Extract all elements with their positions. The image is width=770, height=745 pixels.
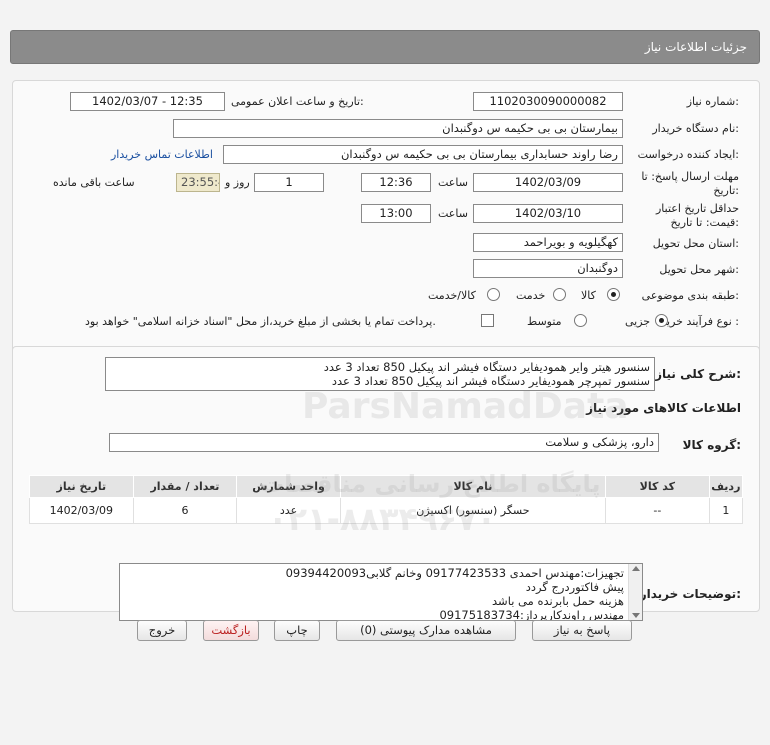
- category-label: طبقه بندی موضوعی:: [641, 289, 739, 302]
- announce-field[interactable]: 1402/03/07 - 12:35: [70, 92, 225, 111]
- need-number-label: شماره نیاز:: [686, 95, 739, 108]
- days-label: روز و: [225, 176, 250, 189]
- process-radio-minor[interactable]: [655, 314, 668, 327]
- buyer-note-line-3: هزینه حمل بابرنده می باشد: [492, 594, 624, 608]
- cell-unit: عدد: [236, 497, 341, 524]
- details-panel: شرح کلی نیاز: سنسور هیتر وایر همودیفایر …: [12, 346, 760, 621]
- need-number-field[interactable]: 1102030090000082: [473, 92, 623, 111]
- goods-section-title: اطلاعات کالاهای مورد نیاز: [586, 401, 741, 415]
- goods-group-label: گروه کالا:: [682, 438, 741, 452]
- col-row: ردیف: [708, 475, 744, 498]
- process-radio-medium[interactable]: [574, 314, 587, 327]
- attachments-button[interactable]: مشاهده مدارک پیوستی (0): [336, 620, 516, 641]
- validity-time-label: ساعت: [438, 207, 468, 220]
- buyer-notes-box[interactable]: تجهیزات:مهندس احمدی 09177423533 وخانم گل…: [119, 563, 643, 621]
- goods-group-field[interactable]: دارو، پزشکی و سلامت: [109, 433, 659, 452]
- deadline-time-label: ساعت: [438, 176, 468, 189]
- col-qty: تعداد / مقدار: [132, 475, 238, 498]
- city-field[interactable]: دوگنبدان: [473, 259, 623, 278]
- deadline-label-2: تاریخ:: [713, 184, 739, 197]
- exit-button[interactable]: خروج: [137, 620, 187, 641]
- cell-code: --: [605, 497, 710, 524]
- creator-label: ایجاد کننده درخواست:: [637, 148, 739, 161]
- buyer-contact-link[interactable]: اطلاعات تماس خریدار: [111, 148, 213, 161]
- buyer-note-line-1: تجهیزات:مهندس احمدی 09177423533 وخانم گل…: [285, 566, 624, 580]
- category-radio-goods-service[interactable]: [487, 288, 500, 301]
- table-row[interactable]: 1 -- حسگر (سنسور) اکسیژن عدد 6 1402/03/0…: [29, 497, 744, 524]
- category-option-service: خدمت: [516, 289, 546, 302]
- province-label: استان محل تحویل:: [652, 237, 739, 250]
- validity-label-2: قیمت: تا تاریخ:: [670, 216, 739, 229]
- category-radio-service[interactable]: [553, 288, 566, 301]
- summary-label: شرح کلی نیاز:: [655, 367, 741, 381]
- city-label: شهر محل تحویل:: [659, 263, 739, 276]
- creator-field[interactable]: رضا راوند حسابداری بیمارستان بی بی حکیمه…: [223, 145, 623, 164]
- notes-scrollbar[interactable]: [628, 564, 642, 620]
- page-title: جزئیات اطلاعات نیاز: [644, 40, 747, 54]
- category-radio-goods[interactable]: [607, 288, 620, 301]
- process-option-minor: جزیی: [625, 315, 651, 328]
- deadline-date-field[interactable]: 1402/03/09: [473, 173, 623, 192]
- process-option-medium: متوسط: [527, 315, 562, 328]
- category-option-goods: کالا: [581, 289, 596, 302]
- validity-time-field[interactable]: 13:00: [361, 204, 431, 223]
- category-option-goods-service: کالا/خدمت: [428, 289, 476, 302]
- buyer-org-field[interactable]: بیمارستان بی بی حکیمه س دوگنبدان: [173, 119, 623, 138]
- cell-row: 1: [708, 497, 744, 524]
- scroll-down-icon[interactable]: [632, 613, 640, 618]
- scroll-up-icon[interactable]: [632, 566, 640, 571]
- header-bar: جزئیات اطلاعات نیاز: [10, 30, 760, 64]
- cell-name: حسگر (سنسور) اکسیژن: [339, 497, 607, 524]
- deadline-label-1: مهلت ارسال پاسخ: تا: [641, 170, 739, 183]
- back-button[interactable]: بازگشت: [203, 620, 259, 641]
- days-field[interactable]: 1: [254, 173, 324, 192]
- treasury-checkbox[interactable]: [481, 314, 494, 327]
- print-button[interactable]: چاپ: [274, 620, 320, 641]
- province-field[interactable]: کهگیلویه و بویراحمد: [473, 233, 623, 252]
- info-panel: شماره نیاز: 1102030090000082 تاریخ و ساع…: [12, 80, 760, 370]
- page: جزئیات اطلاعات نیاز شماره نیاز: 11020300…: [10, 30, 760, 732]
- remaining-label: ساعت باقی مانده: [53, 176, 135, 189]
- goods-table: ردیف کد کالا نام کالا واحد شمارش تعداد /…: [29, 475, 744, 524]
- col-name: نام کالا: [339, 475, 607, 498]
- buyer-note-line-2: پیش فاکتوردرج گردد: [525, 580, 624, 594]
- col-date: تاریخ نیاز: [29, 475, 134, 498]
- cell-date: 1402/03/09: [29, 497, 134, 524]
- buyer-org-label: نام دستگاه خریدار:: [652, 122, 739, 135]
- cell-qty: 6: [132, 497, 238, 524]
- process-label: نوع فرآیند خرید :: [661, 315, 739, 328]
- summary-line-2: سنسور تمپرچر همودیفایر دستگاه فیشر اند پ…: [331, 374, 650, 388]
- summary-line-1: سنسور هیتر وایر همودیفایر دستگاه فیشر ان…: [323, 360, 650, 374]
- summary-box: سنسور هیتر وایر همودیفایر دستگاه فیشر ان…: [105, 357, 655, 391]
- remaining-time-field: 23:55:46: [176, 173, 220, 192]
- reply-button[interactable]: پاسخ به نیاز: [532, 620, 632, 641]
- col-code: کد کالا: [605, 475, 710, 498]
- col-unit: واحد شمارش: [236, 475, 341, 498]
- treasury-note: پرداخت تمام یا بخشی از مبلغ خرید،از محل …: [85, 315, 436, 328]
- validity-date-field[interactable]: 1402/03/10: [473, 204, 623, 223]
- buyer-notes-label: توضیحات خریدار:: [639, 587, 741, 601]
- announce-label: تاریخ و ساعت اعلان عمومی:: [231, 95, 364, 108]
- deadline-time-field[interactable]: 12:36: [361, 173, 431, 192]
- goods-table-header: ردیف کد کالا نام کالا واحد شمارش تعداد /…: [29, 475, 744, 498]
- validity-label-1: حداقل تاریخ اعتبار: [655, 202, 739, 215]
